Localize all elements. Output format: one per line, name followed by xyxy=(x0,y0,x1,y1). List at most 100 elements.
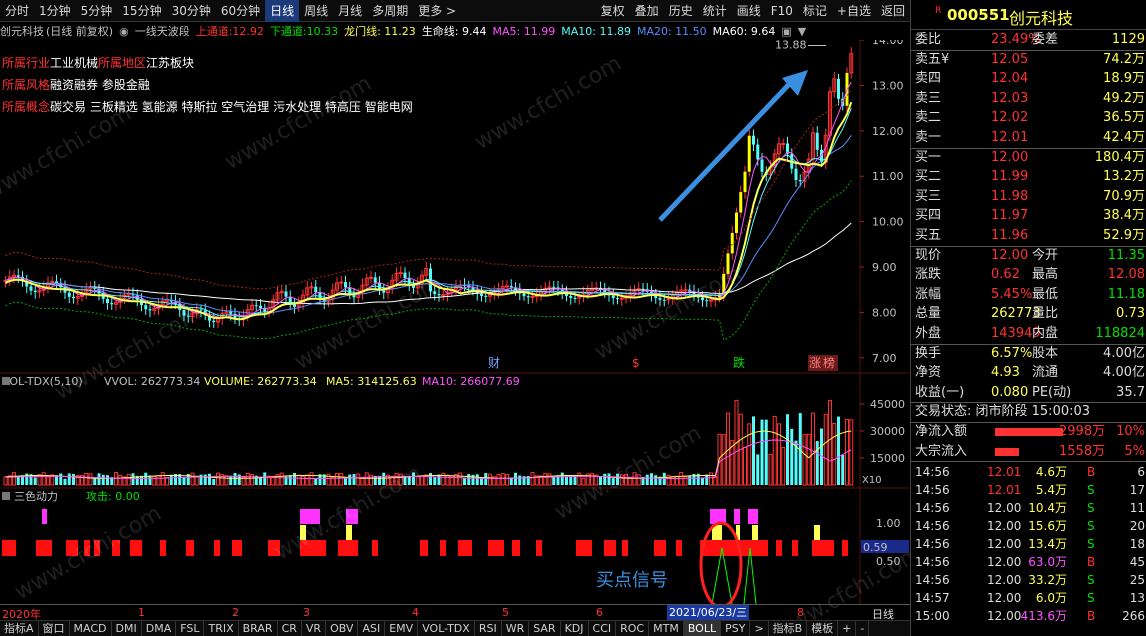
volume-bar xyxy=(577,472,582,486)
row-value2: 52.9万 xyxy=(1103,228,1145,243)
indicator-yellow-bar xyxy=(814,525,820,540)
trade-count: 45 xyxy=(1129,555,1145,570)
stock-code: 000551 xyxy=(947,6,1010,24)
toolbar-item-12[interactable]: 叠加 xyxy=(630,0,664,22)
volume-bar xyxy=(360,477,365,486)
indicator-tab-20[interactable]: MTM xyxy=(649,620,684,636)
indicator-tab-12[interactable]: EMV xyxy=(385,620,419,636)
toolbar-item-2[interactable]: 5分钟 xyxy=(76,0,118,22)
date-axis: 2020年123456782021/06/23/三日线 xyxy=(0,604,910,621)
indicator-tab-5[interactable]: FSL xyxy=(176,620,205,636)
toolbar-item-5[interactable]: 60分钟 xyxy=(216,0,265,22)
indicator-tab-26[interactable]: + xyxy=(838,620,857,636)
toolbar-item-11[interactable]: 复权 xyxy=(596,0,630,22)
indicator-tab-19[interactable]: ROC xyxy=(616,620,650,636)
indicator-tab-17[interactable]: KDJ xyxy=(561,620,589,636)
indicator-tab-4[interactable]: DMA xyxy=(142,620,177,636)
dropdown-icon[interactable]: ◉ xyxy=(119,25,129,38)
indicator-tab-15[interactable]: WR xyxy=(502,620,530,636)
indicator-tab-27[interactable]: - xyxy=(856,620,870,636)
volume-bar xyxy=(216,472,220,486)
volume-bar xyxy=(429,473,432,485)
indicator-tab-1[interactable]: 窗口 xyxy=(39,620,70,636)
indicator-red-bar xyxy=(458,540,472,556)
toolbar-item-6[interactable]: 日线 xyxy=(265,0,300,22)
down-arrow-icon[interactable]: ▼ xyxy=(798,25,806,38)
trade-qty: 4.6万 xyxy=(1035,465,1067,480)
candle-body xyxy=(373,277,377,283)
vol-header-text: MA10: 266077.69 xyxy=(422,375,520,388)
indicator-tab-6[interactable]: TRIX xyxy=(204,620,239,636)
toolbar-item-17[interactable]: 标记 xyxy=(798,0,832,22)
trade-time: 14:56 xyxy=(915,483,950,498)
indicator-tab-0[interactable]: 指标A xyxy=(0,620,39,636)
indicator-tab-16[interactable]: SAR xyxy=(529,620,561,636)
trade-price: 12.01 xyxy=(987,465,1022,480)
indicator-tab-10[interactable]: OBV xyxy=(326,620,359,636)
indicator-tab-21[interactable]: BOLL xyxy=(683,620,722,636)
indicator-tab-2[interactable]: MACD xyxy=(70,620,112,636)
toolbar-item-19[interactable]: 返回 xyxy=(876,0,910,22)
indicator-tab-9[interactable]: VR xyxy=(302,620,327,636)
indicator-tab-22[interactable]: PSY xyxy=(721,620,751,636)
indicator-tab-18[interactable]: CCI xyxy=(589,620,617,636)
row-value: 11.96 xyxy=(991,228,1029,243)
indicator-red-bar xyxy=(130,540,142,556)
row-label: 卖二 xyxy=(915,110,942,126)
volume-bar xyxy=(543,473,548,486)
toolbar-item-8[interactable]: 月线 xyxy=(333,0,367,22)
row-label: 买二 xyxy=(915,169,942,185)
vol-header-text: VOLUME: 262773.34 xyxy=(204,375,317,388)
indicator-tab-23[interactable]: > xyxy=(750,620,769,636)
indicator-tab-7[interactable]: BRAR xyxy=(239,620,278,636)
row-label: 卖一 xyxy=(915,130,942,145)
toolbar-item-16[interactable]: F10 xyxy=(766,0,798,22)
toolbar-item-18[interactable]: +自选 xyxy=(832,0,876,22)
row-label: 买三 xyxy=(915,188,942,204)
indicator-tab-3[interactable]: DMI xyxy=(112,620,142,636)
row-label: 涨跌 xyxy=(915,267,942,283)
toolbar-item-15[interactable]: 画线 xyxy=(732,0,766,22)
toolbar-item-14[interactable]: 统计 xyxy=(698,0,732,22)
date-cursor-label: 2021/06/23/三 xyxy=(667,605,750,620)
indicator-tab-24[interactable]: 指标B xyxy=(769,620,808,636)
indicator-magenta-bar xyxy=(710,509,726,524)
watermark-text: www.cfchi.com xyxy=(221,71,376,175)
volume-bar xyxy=(756,454,760,485)
candle-body xyxy=(794,168,798,181)
indicator-red-bar xyxy=(440,540,446,556)
volume-bar xyxy=(279,472,284,486)
indicator-tab-11[interactable]: ASI xyxy=(358,620,386,636)
volume-bar xyxy=(518,475,522,485)
indicator-tab-25[interactable]: 模板 xyxy=(807,620,839,636)
toolbar-item-0[interactable]: 分时 xyxy=(0,0,34,22)
volume-bar xyxy=(463,478,466,485)
trade-time: 14:56 xyxy=(915,537,950,552)
candle-body xyxy=(212,320,216,323)
toolbar-item-4[interactable]: 30分钟 xyxy=(167,0,216,22)
toolbar-item-9[interactable]: 多周期 xyxy=(367,0,413,22)
tick-trade-row: 15:00 12.00 413.6万 B 266 xyxy=(911,607,1146,625)
candle-body xyxy=(526,296,530,298)
toolbar-item-13[interactable]: 历史 xyxy=(664,0,698,22)
volume-bar xyxy=(514,472,517,485)
toolbar-item-1[interactable]: 1分钟 xyxy=(34,0,76,22)
toolbar-item-3[interactable]: 15分钟 xyxy=(117,0,166,22)
row-value2: 11.35 xyxy=(1107,247,1145,263)
row-value2: 1129 xyxy=(1111,32,1145,47)
indicator-tab-14[interactable]: RSI xyxy=(475,620,502,636)
volume-bar xyxy=(88,473,93,486)
volume-bar xyxy=(46,476,50,486)
settings-icon[interactable]: ▣ xyxy=(781,25,791,38)
trade-count: 18 xyxy=(1129,537,1145,552)
toolbar-item-10[interactable]: 更多 > xyxy=(413,0,461,22)
toolbar-item-7[interactable]: 周线 xyxy=(299,0,333,22)
volume-bar xyxy=(815,441,819,485)
indicator-tab-8[interactable]: CR xyxy=(278,620,302,636)
vol-menu-icon xyxy=(2,377,10,385)
row-value: 11.98 xyxy=(991,188,1029,204)
event-marker: $ xyxy=(632,356,640,370)
kline-chart[interactable]: 14.0013.0012.0011.0010.009.008.007.0013.… xyxy=(0,40,910,620)
volume-bar xyxy=(705,474,709,485)
indicator-tab-13[interactable]: VOL-TDX xyxy=(418,620,475,636)
